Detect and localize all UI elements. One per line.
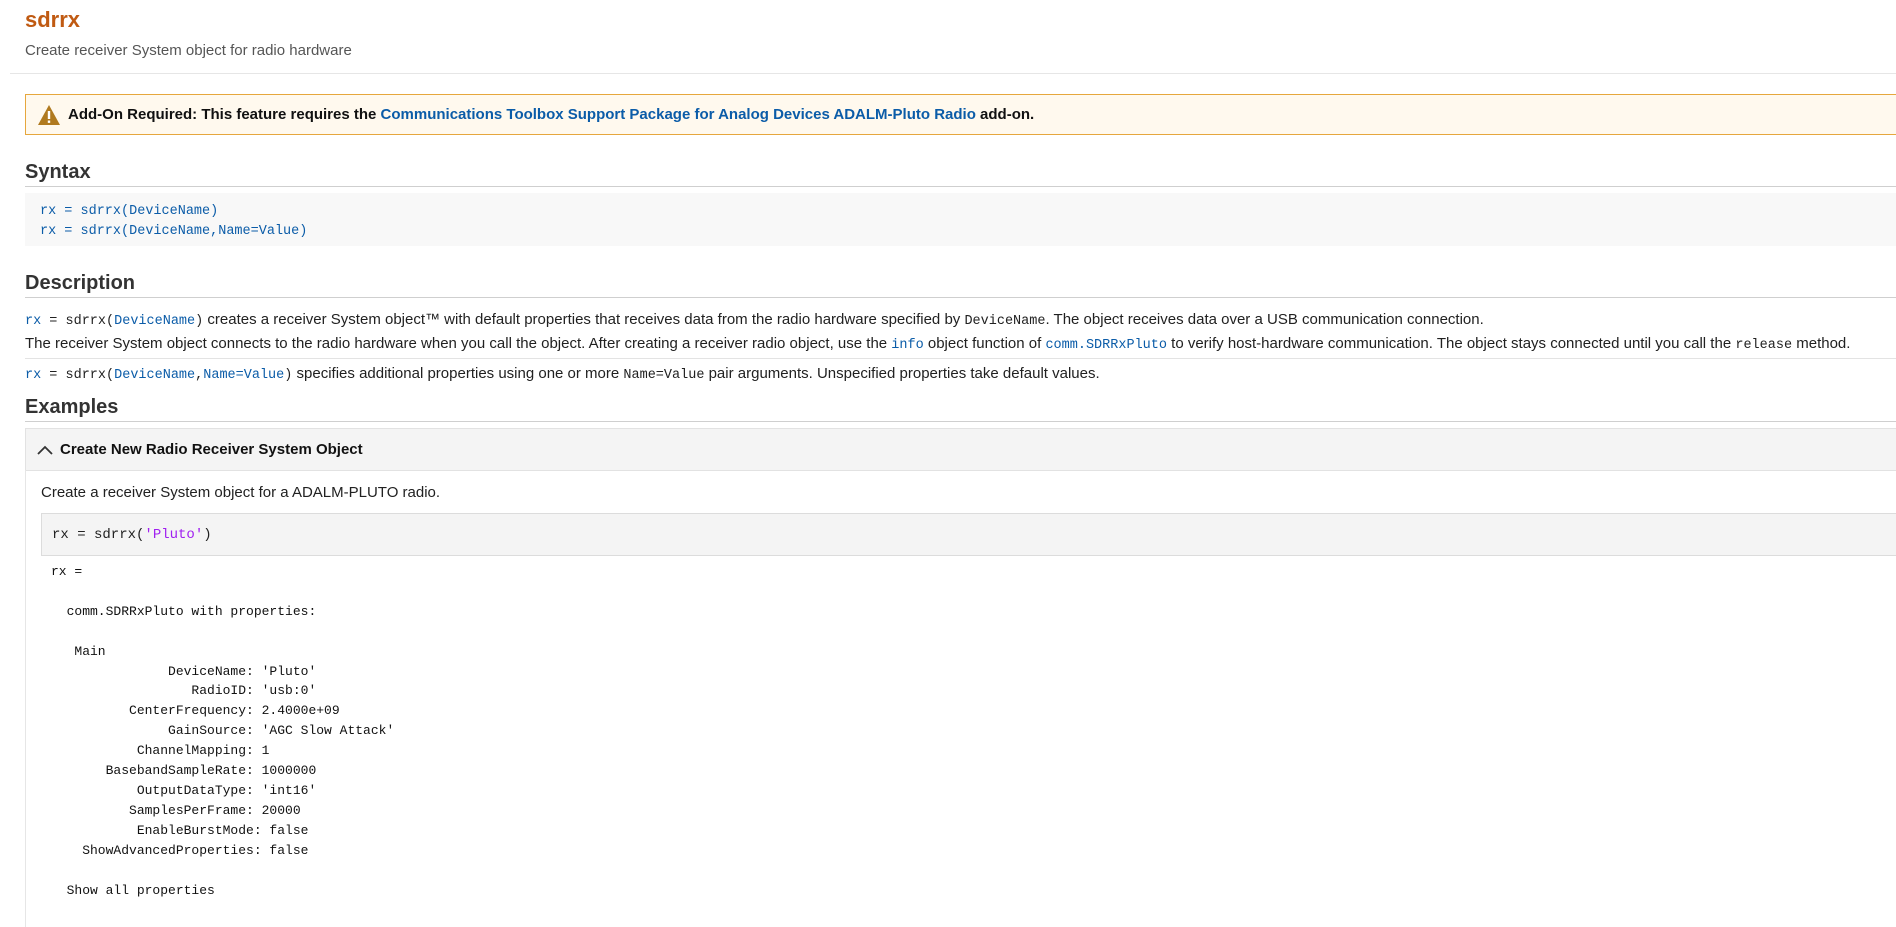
syntax-ref-rx[interactable]: rx <box>25 368 41 383</box>
description-text: specifies additional properties using on… <box>292 365 624 382</box>
description-text: object function of <box>923 335 1046 352</box>
code-text: rx = sdrrx( <box>52 526 145 543</box>
syntax-section: Syntax <box>25 161 1896 187</box>
chevron-up-icon[interactable] <box>30 445 60 455</box>
syntax-box: rx = sdrrx(DeviceName) rx = sdrrx(Device… <box>25 193 1896 246</box>
description-section: Description <box>25 272 1896 298</box>
addon-required-banner: Add-On Required: This feature requires t… <box>25 94 1896 135</box>
page-header: sdrrx Create receiver System object for … <box>25 7 352 60</box>
example-expander[interactable]: Create New Radio Receiver System Object <box>25 428 1896 471</box>
example-body: Create a receiver System object for a AD… <box>25 470 1896 927</box>
description-paragraph-1: rx = sdrrx(DeviceName) creates a receive… <box>25 311 1896 329</box>
description-divider <box>25 358 1896 359</box>
addon-support-package-link[interactable]: Communications Toolbox Support Package f… <box>381 106 976 123</box>
description-text: to verify host-hardware communication. T… <box>1166 335 1736 352</box>
inline-code: release <box>1735 338 1793 353</box>
syntax-heading: Syntax <box>25 161 91 183</box>
code-text: ) <box>203 526 212 543</box>
example-output: rx = comm.SDRRxPluto with properties: Ma… <box>51 564 395 898</box>
addon-suffix: add-on. <box>975 106 1035 123</box>
example-code-block[interactable]: rx = sdrrx('Pluto') <box>41 513 1896 556</box>
devicename-link[interactable]: DeviceName <box>114 314 195 329</box>
examples-section: Examples <box>25 396 1896 422</box>
description-heading: Description <box>25 272 136 294</box>
example-intro: Create a receiver System object for a AD… <box>41 484 441 501</box>
code-string: 'Pluto' <box>144 526 204 543</box>
syntax-line[interactable]: rx = sdrrx(DeviceName,Name=Value) <box>40 222 1896 242</box>
page-title: sdrrx <box>25 7 81 32</box>
description-text: creates a receiver System object™ with d… <box>203 311 965 328</box>
addon-text: This feature requires the <box>197 106 381 123</box>
description-text: method. <box>1792 335 1851 352</box>
page-purpose: Create receiver System object for radio … <box>25 42 352 59</box>
devicename-link[interactable]: DeviceName <box>114 368 195 383</box>
description-text: . The object receives data over a USB co… <box>1045 311 1484 328</box>
code-fragment: = sdrrx( <box>41 314 115 329</box>
syntax-line[interactable]: rx = sdrrx(DeviceName) <box>40 202 1896 222</box>
header-divider <box>10 73 1896 74</box>
info-link[interactable]: info <box>891 338 923 353</box>
description-paragraph-2: The receiver System object connects to t… <box>25 335 1896 353</box>
syntax-ref-rx[interactable]: rx <box>25 314 41 329</box>
inline-code: Name=Value <box>623 368 705 383</box>
inline-code: DeviceName <box>964 314 1046 329</box>
description-text: pair arguments. Unspecified properties t… <box>704 365 1100 382</box>
name-value-link[interactable]: Name=Value <box>203 368 284 383</box>
description-text: The receiver System object connects to t… <box>25 335 892 352</box>
example-title[interactable]: Create New Radio Receiver System Object <box>60 441 363 458</box>
code-fragment: = sdrrx( <box>41 368 115 383</box>
examples-heading: Examples <box>25 396 119 418</box>
description-paragraph-3: rx = sdrrx(DeviceName,Name=Value) specif… <box>25 365 1896 383</box>
warning-icon <box>30 104 68 126</box>
comm-sdrrxpluto-link[interactable]: comm.SDRRxPluto <box>1045 338 1167 353</box>
addon-label: Add-On Required: <box>68 106 198 123</box>
